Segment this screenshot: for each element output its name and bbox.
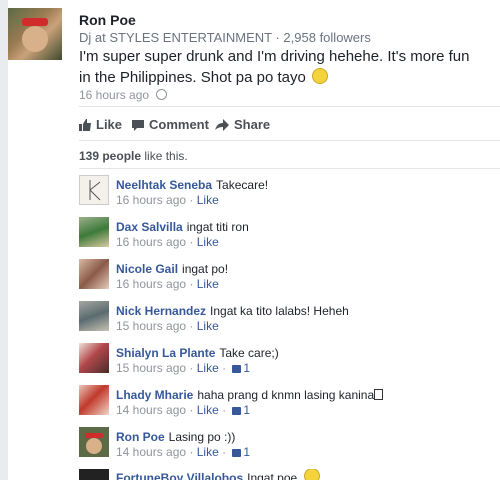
comment-label[interactable]: Comment (149, 117, 209, 132)
comment-item: Neelhtak Seneba Takecare! 16 hours ago · … (79, 175, 500, 217)
like-count-thumb-icon (232, 449, 242, 457)
commenter-name[interactable]: Nick Hernandez (116, 304, 206, 318)
commenter-avatar[interactable] (79, 469, 109, 480)
comment-like-link[interactable]: Like (197, 235, 219, 249)
comment-like-link[interactable]: Like (197, 361, 219, 375)
comment-text: Lasing po :)) (168, 430, 236, 444)
page-gutter (0, 0, 8, 480)
commenter-name[interactable]: Shialyn La Plante (116, 346, 215, 360)
divider (79, 168, 500, 169)
commenter-avatar[interactable] (79, 259, 109, 289)
share-label[interactable]: Share (234, 117, 270, 132)
comment-item: Nicole Gail ingat po! 16 hours ago · Like (79, 259, 500, 301)
post-time-label[interactable]: 16 hours ago (79, 88, 149, 102)
comment-item: Shialyn La Plante Take care;) 15 hours ag… (79, 343, 500, 385)
comment-icon (132, 120, 144, 131)
comment-item: FortuneBoy Villalobos Ingat poe (79, 469, 500, 480)
commenter-avatar[interactable] (79, 343, 109, 373)
smiley-icon (303, 469, 320, 480)
comment-text: Takecare! (216, 178, 269, 192)
comment-like-link[interactable]: Like (197, 445, 219, 459)
comment-like-link[interactable]: Like (197, 319, 219, 333)
comment-time[interactable]: 15 hours ago (116, 319, 186, 333)
commenter-name[interactable]: Lhady Mharie (116, 388, 193, 402)
share-arrow-icon (215, 119, 229, 131)
commenter-avatar[interactable] (79, 385, 109, 415)
commenter-name[interactable]: Ron Poe (116, 430, 165, 444)
author-name[interactable]: Ron Poe (79, 12, 136, 28)
divider (79, 106, 500, 107)
commenter-name[interactable]: Neelhtak Seneba (116, 178, 212, 192)
smiley-icon (312, 68, 328, 84)
commenter-name[interactable]: Dax Salvilla (116, 220, 183, 234)
post-text: I'm super super drunk and I'm driving he… (79, 46, 484, 88)
comment-like-count[interactable]: 1 (243, 403, 250, 417)
likes-count-link[interactable]: 139 people (79, 149, 141, 163)
avatar-sketch-icon (89, 180, 101, 201)
globe-icon (156, 89, 168, 100)
comment-like-link[interactable]: Like (197, 403, 219, 417)
commenter-avatar[interactable] (79, 301, 109, 331)
comment-time[interactable]: 16 hours ago (116, 277, 186, 291)
unknown-glyph-icon (374, 389, 384, 400)
commenter-avatar[interactable] (79, 175, 109, 205)
like-label[interactable]: Like (96, 117, 122, 132)
comment-text: Take care;) (219, 346, 279, 360)
share-button[interactable]: Share (215, 117, 270, 132)
divider (79, 140, 500, 141)
comment-like-count[interactable]: 1 (243, 445, 250, 459)
like-button[interactable]: Like (79, 117, 122, 132)
commenter-avatar[interactable] (79, 427, 109, 457)
comment-like-link[interactable]: Like (197, 193, 219, 207)
comment-like-link[interactable]: Like (197, 277, 219, 291)
like-count-thumb-icon (232, 365, 242, 373)
comment-time[interactable]: 16 hours ago (116, 235, 186, 249)
comment-text: Ingat ka tito lalabs! Heheh (210, 304, 349, 318)
post-body: I'm super super drunk and I'm driving he… (79, 48, 470, 86)
comment-button[interactable]: Comment (132, 117, 209, 132)
author-avatar[interactable] (8, 8, 62, 60)
commenter-name[interactable]: Nicole Gail (116, 262, 178, 276)
comment-text: haha prang d knmn lasing kanina (197, 388, 375, 402)
likes-suffix: like this. (144, 149, 188, 163)
comment-text: Ingat poe (247, 471, 298, 480)
author-meta: Dj at STYLES ENTERTAINMENT · 2,958 follo… (79, 30, 371, 45)
like-count-thumb-icon (232, 407, 242, 415)
commenter-name[interactable]: FortuneBoy Villalobos (116, 471, 243, 480)
comment-time[interactable]: 14 hours ago (116, 403, 186, 417)
comment-text: ingat titi ron (186, 220, 249, 234)
thumbs-up-icon (79, 119, 91, 131)
comment-time[interactable]: 15 hours ago (116, 361, 186, 375)
post-card: Ron Poe Dj at STYLES ENTERTAINMENT · 2,9… (0, 0, 500, 480)
comment-like-count[interactable]: 1 (243, 361, 250, 375)
comment-item: Nick Hernandez Ingat ka tito lalabs! Hehe… (79, 301, 500, 343)
comment-item: Lhady Mharie haha prang d knmn lasing kan… (79, 385, 500, 427)
commenter-avatar[interactable] (79, 217, 109, 247)
comment-time[interactable]: 16 hours ago (116, 193, 186, 207)
comment-text: ingat po! (182, 262, 229, 276)
comment-time[interactable]: 14 hours ago (116, 445, 186, 459)
post-timestamp[interactable]: 16 hours ago (79, 88, 168, 102)
comment-item: Ron Poe Lasing po :)) 14 hours ago · Like… (79, 427, 500, 469)
likes-summary: 139 people like this. (79, 149, 188, 163)
comment-item: Dax Salvilla ingat titi ron 16 hours ago … (79, 217, 500, 259)
